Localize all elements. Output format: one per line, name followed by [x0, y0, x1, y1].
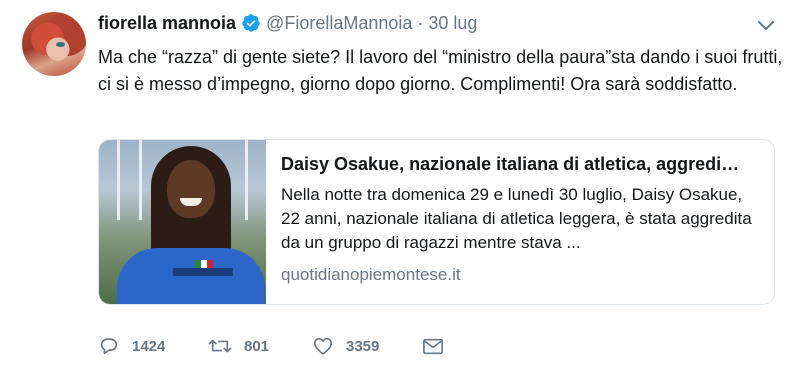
card-domain[interactable]: quotidianopiemontese.it [281, 263, 761, 287]
retweet-icon [208, 339, 232, 353]
retweet-button[interactable]: 801 [208, 335, 312, 357]
tweet[interactable]: fiorella mannoia @FiorellaMannoia · 30 l… [0, 0, 800, 373]
thumb-pole [245, 140, 248, 220]
reply-icon [100, 338, 118, 355]
tweet-header: fiorella mannoia @FiorellaMannoia · 30 l… [98, 10, 477, 36]
card-thumbnail [99, 140, 266, 304]
envelope-icon [423, 338, 443, 355]
tweet-text: Ma che “razza” di gente siete? Il lavoro… [98, 47, 783, 94]
thumb-pole [117, 140, 120, 220]
card-body: Daisy Osakue, nazionale italiana di atle… [281, 152, 761, 287]
author-name[interactable]: fiorella mannoia [98, 13, 236, 34]
link-card[interactable]: Daisy Osakue, nazionale italiana di atle… [98, 139, 775, 305]
thumb-pole [139, 140, 142, 220]
direct-message-button[interactable] [422, 336, 444, 356]
tweet-timestamp[interactable]: 30 lug [428, 13, 477, 34]
avatar-eye [56, 42, 65, 47]
separator-dot: · [417, 12, 424, 33]
avatar[interactable] [22, 12, 86, 76]
thumb-bib [173, 268, 233, 276]
retweet-count: 801 [244, 337, 270, 355]
reply-button[interactable]: 1424 [98, 335, 208, 357]
like-button[interactable]: 3359 [312, 335, 422, 357]
action-bar: 1424 801 3359 [98, 333, 444, 359]
heart-icon [313, 337, 333, 355]
thumb-body [117, 248, 265, 304]
reply-count: 1424 [132, 337, 166, 355]
card-title[interactable]: Daisy Osakue, nazionale italiana di atle… [281, 152, 761, 176]
verified-badge-icon [242, 14, 260, 32]
like-count: 3359 [346, 337, 380, 355]
card-description: Nella notte tra domenica 29 e lunedì 30 … [281, 185, 752, 252]
thumb-face [167, 160, 215, 218]
author-handle[interactable]: @FiorellaMannoia [266, 13, 412, 34]
chevron-down-icon[interactable] [757, 20, 775, 32]
